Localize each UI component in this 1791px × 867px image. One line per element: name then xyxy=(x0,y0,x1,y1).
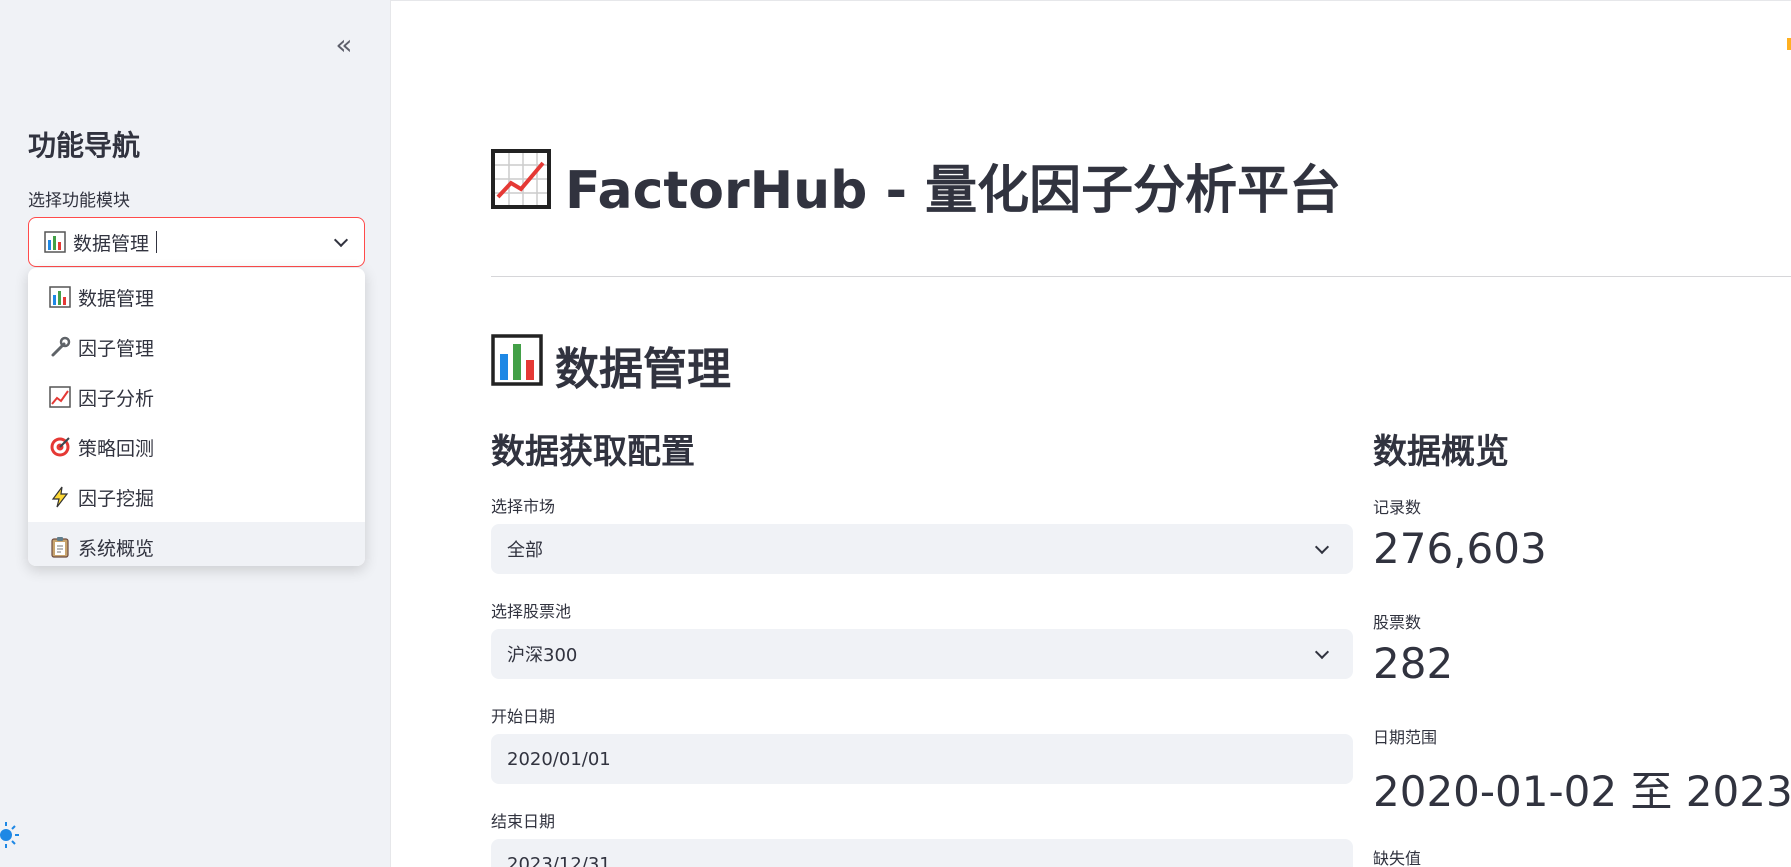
market-select[interactable]: 全部 xyxy=(491,524,1353,574)
records-value: 276,603 xyxy=(1373,524,1547,573)
chart-increasing-icon xyxy=(491,149,551,222)
top-border xyxy=(391,0,1791,5)
chevron-down-icon xyxy=(1314,539,1330,555)
market-select-value: 全部 xyxy=(507,540,543,561)
dropdown-option-label: 系统概览 xyxy=(78,537,155,560)
end-date-value: 2023/12/31 xyxy=(507,853,611,867)
bar-chart-icon xyxy=(491,333,543,397)
wrench-icon xyxy=(48,335,72,359)
nav-title: 功能导航 xyxy=(28,129,141,162)
lightning-icon xyxy=(48,485,72,509)
dropdown-option-label: 数据管理 xyxy=(78,287,155,310)
bar-chart-icon xyxy=(43,230,67,254)
records-label: 记录数 xyxy=(1373,498,1422,517)
start-date-input[interactable]: 2020/01/01 xyxy=(491,734,1353,784)
dropdown-option-factor-mining[interactable]: 因子挖掘 xyxy=(28,472,365,522)
module-select-label: 选择功能模块 xyxy=(28,191,130,211)
dropdown-option-data-management[interactable]: 数据管理 xyxy=(28,272,365,322)
page-title-text: FactorHub - 量化因子分析平台 xyxy=(565,161,1342,221)
pool-select[interactable]: 沪深300 xyxy=(491,629,1353,679)
dropdown-option-system-overview[interactable]: 系统概览 xyxy=(28,522,365,566)
market-label: 选择市场 xyxy=(491,497,556,516)
dropdown-option-factor-management[interactable]: 因子管理 xyxy=(28,322,365,372)
pool-select-value: 沪深300 xyxy=(507,645,578,666)
status-indicator xyxy=(1787,38,1791,50)
section-title: 数据管理 xyxy=(491,333,731,397)
dropdown-option-label: 策略回测 xyxy=(78,437,155,460)
theme-toggle-icon[interactable] xyxy=(0,820,22,850)
dropdown-option-strategy-backtest[interactable]: 策略回测 xyxy=(28,422,365,472)
module-select-text: 数据管理 xyxy=(73,232,150,255)
page-title: FactorHub - 量化因子分析平台 xyxy=(491,148,1341,223)
module-dropdown: 数据管理 因子管理 因子分析 策略回测 因子挖掘 系统概览 xyxy=(28,268,365,566)
chevron-down-icon xyxy=(1314,644,1330,660)
module-select[interactable]: 数据管理 xyxy=(28,217,365,267)
app-root: « 功能导航 选择功能模块 数据管理 数据管理 因子管理 因子分析 策略回测 因… xyxy=(0,0,1791,867)
date-range-label: 日期范围 xyxy=(1373,728,1438,747)
overview-title: 数据概览 xyxy=(1373,432,1509,472)
stocks-value: 282 xyxy=(1373,639,1454,688)
sidebar: « 功能导航 选择功能模块 数据管理 数据管理 因子管理 因子分析 策略回测 因… xyxy=(0,0,391,867)
target-icon xyxy=(48,435,72,459)
clipboard-icon xyxy=(48,535,72,559)
missing-values-label: 缺失值 xyxy=(1373,849,1422,867)
collapse-sidebar-button[interactable]: « xyxy=(326,28,362,61)
start-date-label: 开始日期 xyxy=(491,707,556,726)
pool-label: 选择股票池 xyxy=(491,602,572,621)
stocks-label: 股票数 xyxy=(1373,613,1422,632)
bar-chart-icon xyxy=(48,285,72,309)
chart-increasing-icon xyxy=(48,385,72,409)
date-range-value: 2020-01-02 至 2023-… xyxy=(1373,767,1791,816)
end-date-input[interactable]: 2023/12/31 xyxy=(491,839,1353,867)
end-date-label: 结束日期 xyxy=(491,812,556,831)
dropdown-option-label: 因子管理 xyxy=(78,337,155,360)
chevron-down-icon xyxy=(333,232,349,248)
title-divider xyxy=(491,276,1791,277)
dropdown-option-factor-analysis[interactable]: 因子分析 xyxy=(28,372,365,422)
text-caret xyxy=(156,231,158,253)
dropdown-option-label: 因子挖掘 xyxy=(78,487,155,510)
dropdown-option-label: 因子分析 xyxy=(78,387,155,410)
section-title-text: 数据管理 xyxy=(555,344,731,395)
module-select-value: 数据管理 xyxy=(43,229,158,256)
config-title: 数据获取配置 xyxy=(491,432,695,472)
start-date-value: 2020/01/01 xyxy=(507,748,611,770)
